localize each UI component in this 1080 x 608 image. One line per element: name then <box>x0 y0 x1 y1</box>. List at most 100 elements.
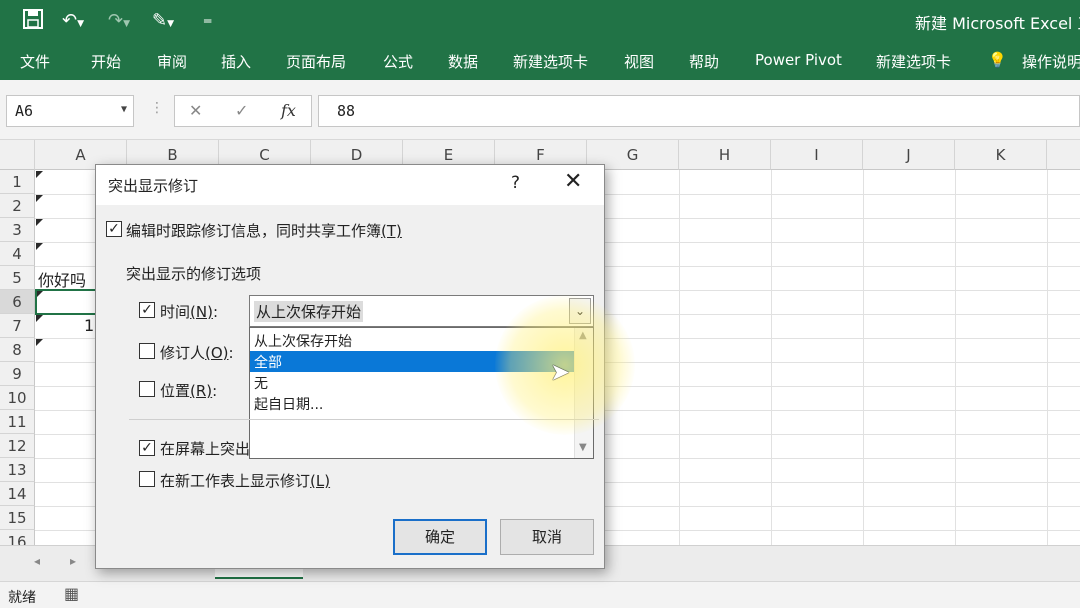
row-header-16[interactable]: 16 <box>0 530 35 545</box>
status-ready: 就绪 <box>8 590 36 606</box>
gridline <box>955 170 956 545</box>
dropdown-scrollbar[interactable]: ▲ ▼ <box>574 328 593 458</box>
row-header-11[interactable]: 11 <box>0 410 35 434</box>
gridline <box>863 170 864 545</box>
tab-tell-me[interactable]: 操作说明 <box>1022 51 1080 72</box>
gridline <box>1047 170 1048 545</box>
row-header-4[interactable]: 4 <box>0 242 35 266</box>
column-header-j[interactable]: J <box>863 140 955 170</box>
row-header-2[interactable]: 2 <box>0 194 35 218</box>
row-header-3[interactable]: 3 <box>0 218 35 242</box>
comment-indicator <box>36 219 43 226</box>
column-header-l[interactable] <box>1047 140 1080 170</box>
scroll-right-icon[interactable]: ▸ <box>70 554 76 568</box>
comment-indicator <box>36 339 43 346</box>
ok-button[interactable]: 确定 <box>393 519 487 555</box>
row-header-7[interactable]: 7 <box>0 314 35 338</box>
row-header-9[interactable]: 9 <box>0 362 35 386</box>
option-since-date[interactable]: 起自日期... <box>250 393 574 414</box>
scroll-up-icon[interactable]: ▲ <box>579 330 587 341</box>
column-header-h[interactable]: H <box>679 140 771 170</box>
ribbon-tabs: 文件 开始 审阅 插入 页面布局 公式 数据 新建选项卡 视图 帮助 Power… <box>0 42 1080 80</box>
tab-home[interactable]: 开始 <box>91 51 121 72</box>
section-label: 突出显示的修订选项 <box>126 265 262 283</box>
name-box[interactable]: A6 ▼ <box>6 95 134 127</box>
column-header-i[interactable]: I <box>771 140 863 170</box>
comment-indicator <box>36 171 43 178</box>
on-screen-label: 在屏幕上突出 <box>160 440 251 458</box>
chevron-down-icon[interactable]: ▼ <box>121 104 127 115</box>
cancel-icon[interactable]: ✕ <box>189 101 202 120</box>
option-all[interactable]: 全部 <box>250 351 574 372</box>
gridline <box>771 170 772 545</box>
tab-formulas[interactable]: 公式 <box>383 51 413 72</box>
tab-page-layout[interactable]: 页面布局 <box>286 51 346 72</box>
row-header-15[interactable]: 15 <box>0 506 35 530</box>
tab-new-tab-1[interactable]: 新建选项卡 <box>513 51 588 72</box>
where-label: 位置(R): <box>160 382 218 400</box>
tab-insert[interactable]: 插入 <box>221 51 251 72</box>
select-all-corner[interactable] <box>0 140 35 170</box>
splitter-icon: ⋮ <box>150 100 164 116</box>
scroll-left-icon[interactable]: ◂ <box>34 554 40 568</box>
row-header-14[interactable]: 14 <box>0 482 35 506</box>
close-icon[interactable]: ✕ <box>564 169 582 194</box>
dialog-title-bar: 突出显示修订 ? ✕ <box>96 165 604 205</box>
on-screen-checkbox[interactable]: ✓ <box>139 440 155 456</box>
row-header-10[interactable]: 10 <box>0 386 35 410</box>
new-sheet-label: 在新工作表上显示修订(L) <box>160 472 331 490</box>
scroll-down-icon[interactable]: ▼ <box>579 442 587 453</box>
comment-indicator <box>36 315 43 322</box>
undo-icon[interactable]: ↶▼ <box>62 8 84 37</box>
tab-data[interactable]: 数据 <box>448 51 478 72</box>
name-box-value: A6 <box>15 102 34 120</box>
touch-mode-icon[interactable]: ✎▼ <box>152 8 174 37</box>
gridline <box>679 170 680 545</box>
cancel-button[interactable]: 取消 <box>500 519 594 555</box>
option-since-last-save[interactable]: 从上次保存开始 <box>250 330 574 351</box>
chevron-down-icon[interactable]: ⌄ <box>569 298 591 324</box>
save-icon[interactable] <box>22 8 44 38</box>
tab-file[interactable]: 文件 <box>20 51 50 72</box>
who-checkbox[interactable] <box>139 343 155 359</box>
insert-function-icon[interactable]: fx <box>281 101 296 120</box>
tab-power-pivot[interactable]: Power Pivot <box>755 51 842 69</box>
row-header-6[interactable]: 6 <box>0 290 35 314</box>
cell-a7[interactable]: 1 <box>84 316 94 335</box>
when-select-value: 从上次保存开始 <box>254 301 364 322</box>
cell-a5[interactable]: 你好吗 <box>38 267 86 291</box>
row-header-13[interactable]: 13 <box>0 458 35 482</box>
track-changes-label: 编辑时跟踪修订信息，同时共享工作簿(T) <box>126 222 402 240</box>
where-checkbox[interactable] <box>139 381 155 397</box>
divider <box>129 419 599 420</box>
help-icon[interactable]: ? <box>511 173 520 193</box>
column-header-k[interactable]: K <box>955 140 1047 170</box>
when-dropdown-list: 从上次保存开始 全部 无 起自日期... ▲ ▼ <box>249 327 594 459</box>
tab-view[interactable]: 视图 <box>624 51 654 72</box>
tab-review[interactable]: 审阅 <box>157 51 187 72</box>
row-header-1[interactable]: 1 <box>0 170 35 194</box>
highlight-changes-dialog: 突出显示修订 ? ✕ ✓ 编辑时跟踪修订信息，同时共享工作簿(T) 突出显示的修… <box>95 164 605 569</box>
track-changes-checkbox[interactable]: ✓ <box>106 221 122 237</box>
title-bar: ↶▼ ↷▼ ✎▼ ═ 新建 Microsoft Excel 工 <box>0 0 1080 42</box>
row-header-8[interactable]: 8 <box>0 338 35 362</box>
new-sheet-checkbox[interactable] <box>139 471 155 487</box>
macro-record-icon[interactable]: ▦ <box>64 584 79 603</box>
row-header-5[interactable]: 5 <box>0 266 35 290</box>
when-label: 时间(N): <box>160 303 219 321</box>
formula-input[interactable]: 88 <box>318 95 1080 127</box>
formula-bar-area: A6 ▼ ⋮ ✕ ✓ fx 88 <box>0 80 1080 140</box>
redo-icon[interactable]: ↷▼ <box>108 8 130 37</box>
tab-new-tab-2[interactable]: 新建选项卡 <box>876 51 951 72</box>
enter-icon[interactable]: ✓ <box>235 101 248 120</box>
who-label: 修订人(O): <box>160 344 234 362</box>
status-bar: 就绪 ▦ <box>0 581 1080 608</box>
when-checkbox[interactable]: ✓ <box>139 302 155 318</box>
row-header-12[interactable]: 12 <box>0 434 35 458</box>
tab-help[interactable]: 帮助 <box>689 51 719 72</box>
option-none[interactable]: 无 <box>250 372 574 393</box>
formula-value: 88 <box>337 102 356 120</box>
mouse-pointer-icon: ➤ <box>550 358 571 386</box>
when-select[interactable]: 从上次保存开始 ⌄ <box>249 295 594 327</box>
customize-toolbar-icon[interactable]: ═ <box>204 8 211 34</box>
